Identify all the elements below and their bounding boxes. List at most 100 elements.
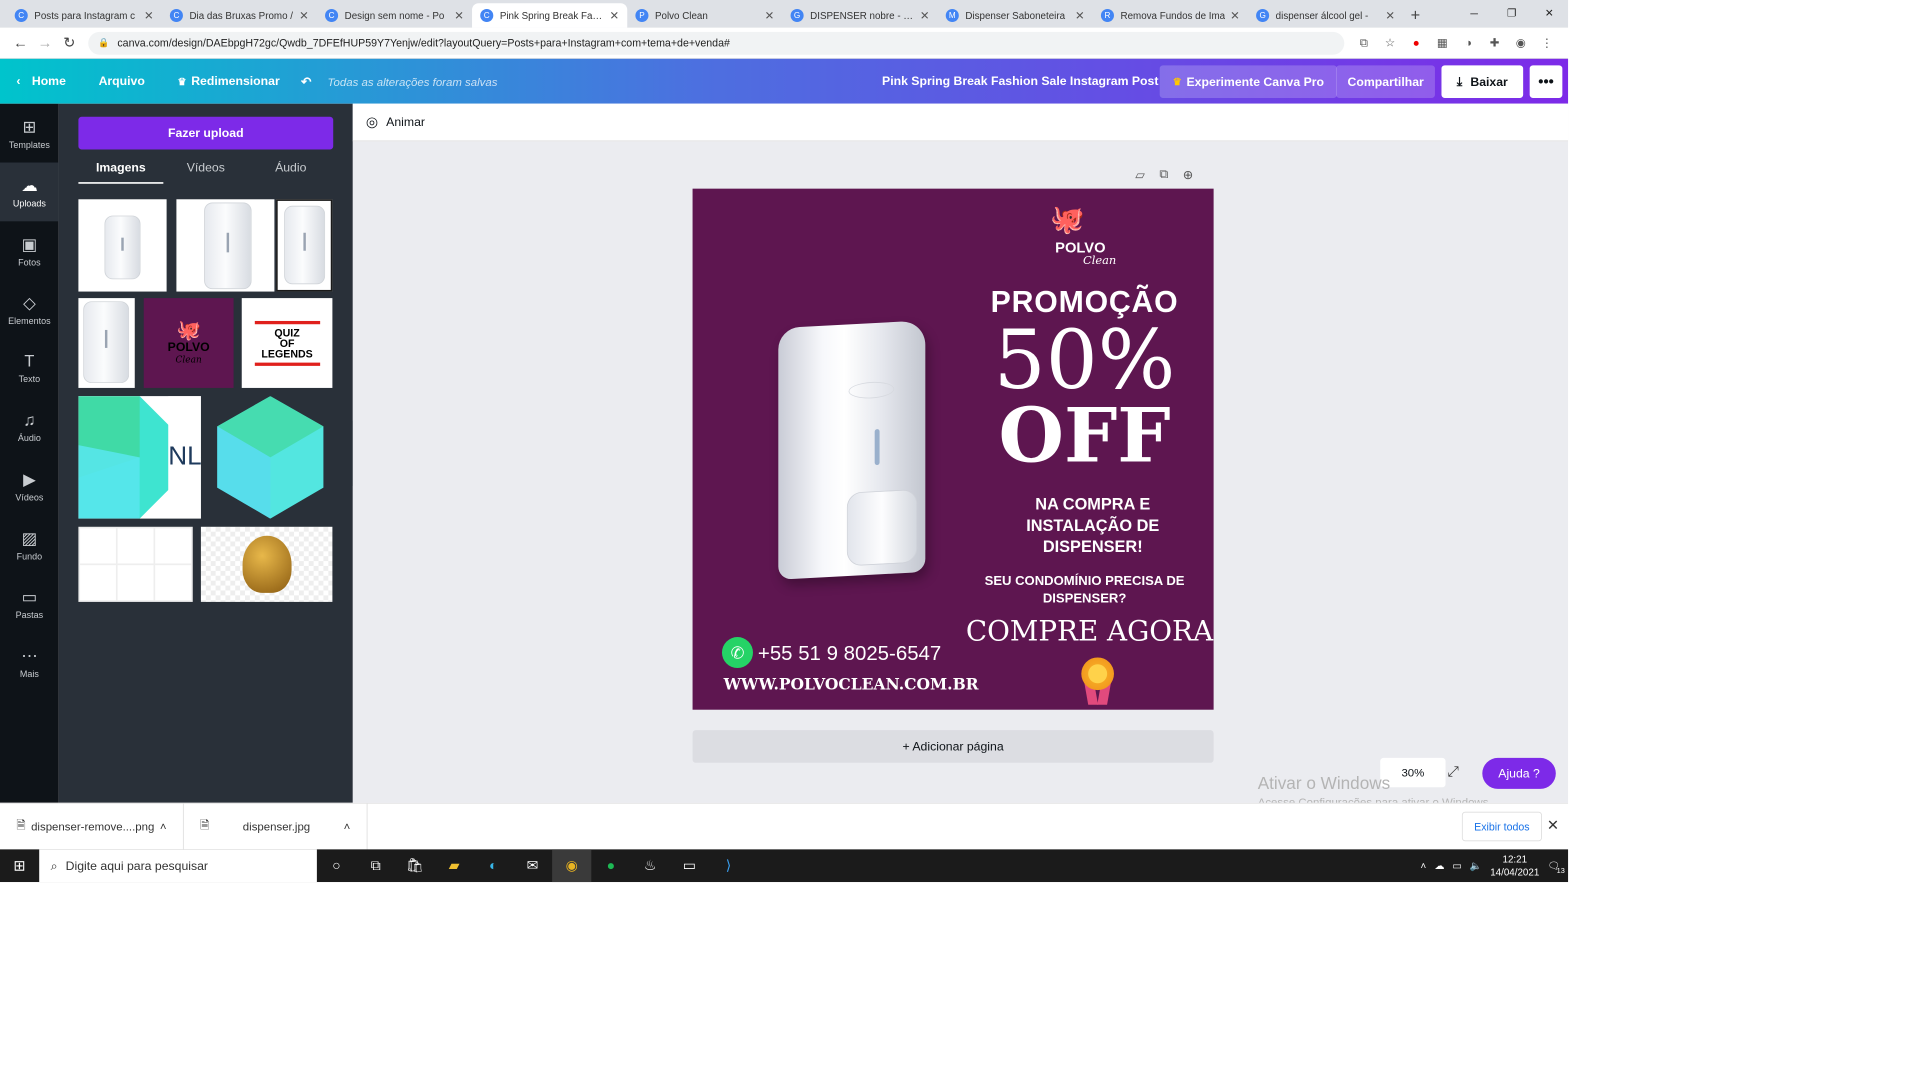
extensions-puzzle-icon[interactable]: ✚ (1484, 36, 1505, 51)
maximize-icon[interactable]: ❐ (1493, 0, 1531, 26)
close-tab-icon[interactable]: ✕ (1230, 9, 1240, 23)
terminal-icon[interactable]: ▭ (670, 849, 709, 882)
home-button[interactable]: ‹ Home (0, 74, 82, 88)
windows-start-icon[interactable]: ⊞ (0, 857, 39, 874)
rail-item-pastas[interactable]: ▭ Pastas (0, 574, 59, 633)
forward-icon[interactable]: → (33, 34, 58, 51)
upload-thumbnail[interactable] (78, 199, 167, 292)
upload-thumbnail-quiz[interactable]: QUIZ OF LEGENDS (241, 298, 333, 388)
try-pro-button[interactable]: ♛ Experimente Canva Pro (1159, 65, 1338, 99)
upload-thumbnail-character[interactable] (200, 526, 333, 602)
browser-tab[interactable]: R Remova Fundos de Ima ✕ (1093, 3, 1248, 28)
rail-item-elementos[interactable]: ◇ Elementos (0, 280, 59, 339)
rail-item-templates[interactable]: ⊞ Templates (0, 104, 59, 163)
upload-thumbnail-grid[interactable] (78, 526, 193, 602)
rail-item-vídeos[interactable]: ▶ Vídeos (0, 457, 59, 516)
cortana-icon[interactable]: ○ (317, 849, 356, 882)
vscode-icon[interactable]: ⟩ (709, 849, 748, 882)
upload-thumbnail-logo[interactable]: 🐙 POLVO Clean (143, 298, 234, 388)
share-page-icon[interactable]: ⧉ (1353, 36, 1374, 51)
back-icon[interactable]: ← (8, 34, 33, 51)
tab-images[interactable]: Imagens (78, 156, 164, 184)
task-view-icon[interactable]: ⧉ (356, 849, 395, 882)
upload-thumbnail-nl[interactable]: NL (78, 396, 201, 519)
upload-thumbnail[interactable] (78, 298, 135, 388)
extension-icon[interactable]: ◑ (1458, 36, 1479, 51)
bookmark-star-icon[interactable]: ☆ (1379, 36, 1400, 51)
steam-icon[interactable]: ♨ (630, 849, 669, 882)
upload-thumbnail[interactable] (276, 199, 333, 292)
reload-icon[interactable]: ↻ (57, 34, 82, 51)
close-tab-icon[interactable]: ✕ (920, 9, 930, 23)
browser-tab[interactable]: C Design sem nome - Po ✕ (317, 3, 472, 28)
animate-button[interactable]: Animar (386, 115, 425, 129)
tray-chevron-icon[interactable]: ˄ (1421, 860, 1427, 871)
chrome-icon[interactable]: ◉ (552, 849, 592, 883)
rail-item-fundo[interactable]: ▨ Fundo (0, 515, 59, 574)
mail-icon[interactable]: ✉ (513, 849, 552, 882)
show-all-button[interactable]: Exibir todos (1461, 811, 1542, 842)
browser-tab[interactable]: C Pink Spring Break Fashi ✕ (472, 3, 628, 28)
url-field[interactable]: 🔒 canva.com/design/DAEbpgH72gc/Qwdb_7DFE… (88, 31, 1345, 55)
chevron-up-icon[interactable]: ˄ (160, 820, 167, 833)
undo-button[interactable]: ↶ (296, 74, 316, 89)
profile-avatar[interactable]: ◉ (1510, 36, 1531, 51)
close-tab-icon[interactable]: ✕ (454, 9, 464, 23)
resize-button[interactable]: ♛ Redimensionar (161, 74, 296, 88)
help-button[interactable]: Ajuda ? (1482, 757, 1556, 789)
minimize-icon[interactable]: ─ (1455, 0, 1493, 26)
close-tab-icon[interactable]: ✕ (765, 9, 775, 23)
add-page-button[interactable]: + Adicionar página (692, 730, 1214, 763)
upload-button[interactable]: Fazer upload (78, 116, 334, 150)
close-tab-icon[interactable]: ✕ (1075, 9, 1085, 23)
edge-icon[interactable]: ◐ (474, 849, 513, 882)
browser-tab[interactable]: C Posts para Instagram c ✕ (7, 3, 162, 28)
file-explorer-icon[interactable]: ▰ (434, 849, 473, 882)
opera-extension-icon[interactable]: ● (1406, 36, 1427, 51)
network-icon[interactable]: ▭ (1452, 860, 1461, 871)
upload-thumbnail[interactable] (176, 199, 275, 292)
tab-audio[interactable]: Áudio (248, 156, 333, 184)
more-options-button[interactable]: ••• (1529, 65, 1563, 99)
close-tab-icon[interactable]: ✕ (144, 9, 154, 23)
add-page-icon[interactable]: ⊕ (1183, 167, 1193, 182)
browser-tab[interactable]: G DISPENSER nobre - Pe ✕ (782, 3, 937, 28)
rail-item-fotos[interactable]: ▣ Fotos (0, 221, 59, 280)
rail-item-texto[interactable]: T Texto (0, 339, 59, 398)
browser-tab[interactable]: Gdispenser álcool gel - ✕ (1248, 3, 1403, 28)
browser-menu-icon[interactable]: ⋮ (1536, 36, 1557, 51)
download-item[interactable]: 🗎 dispenser.jpg ˄ (184, 803, 368, 850)
chevron-up-icon[interactable]: ˄ (344, 820, 351, 833)
close-tab-icon[interactable]: ✕ (1385, 9, 1395, 23)
browser-tab[interactable]: M Dispenser Saboneteira ✕ (938, 3, 1093, 28)
extension-icon[interactable]: ▦ (1432, 36, 1453, 51)
rail-item-uploads[interactable]: ☁ Uploads (0, 162, 59, 222)
clock[interactable]: 12:21 14/04/2021 (1490, 853, 1539, 879)
taskbar-search[interactable]: ⌕ Digite aqui para pesquisar (39, 849, 317, 883)
close-window-icon[interactable]: ✕ (1530, 0, 1568, 26)
document-title[interactable]: Pink Spring Break Fashion Sale Instagram… (882, 74, 1158, 88)
close-tab-icon[interactable]: ✕ (299, 9, 309, 23)
download-button[interactable]: ⤓ Baixar (1441, 65, 1524, 99)
rail-item-mais[interactable]: ⋯ Mais (0, 633, 59, 692)
dispenser-image (284, 205, 326, 285)
share-button[interactable]: Compartilhar (1336, 65, 1436, 99)
close-tab-icon[interactable]: ✕ (609, 9, 619, 23)
store-icon[interactable]: 🛍 (395, 849, 434, 882)
duplicate-page-icon[interactable]: ⧉ (1159, 167, 1168, 182)
page-notes-icon[interactable]: ▱ (1135, 167, 1144, 182)
close-shelf-icon[interactable]: ✕ (1547, 817, 1559, 834)
notification-icon[interactable]: 🗨 13 (1547, 860, 1564, 875)
volume-icon[interactable]: 🔈 (1470, 860, 1482, 871)
browser-tab[interactable]: P Polvo Clean ✕ (627, 3, 782, 28)
new-tab-button[interactable]: + (1403, 3, 1428, 28)
upload-thumbnail-hexagon[interactable] (209, 396, 332, 519)
onedrive-icon[interactable]: ☁ (1434, 860, 1444, 871)
rail-item-áudio[interactable]: ♫ Áudio (0, 398, 59, 457)
tab-videos[interactable]: Vídeos (163, 156, 248, 184)
file-menu-button[interactable]: Arquivo (82, 74, 161, 88)
design-page[interactable]: 🐙 POLVO Clean PROMOÇÃO 50% OFF NA COMPRA… (692, 188, 1214, 710)
spotify-icon[interactable]: ● (591, 849, 630, 882)
download-item[interactable]: 🗎 dispenser-remove....png ˄ (0, 803, 184, 850)
browser-tab[interactable]: C Dia das Bruxas Promo / ✕ (162, 3, 317, 28)
